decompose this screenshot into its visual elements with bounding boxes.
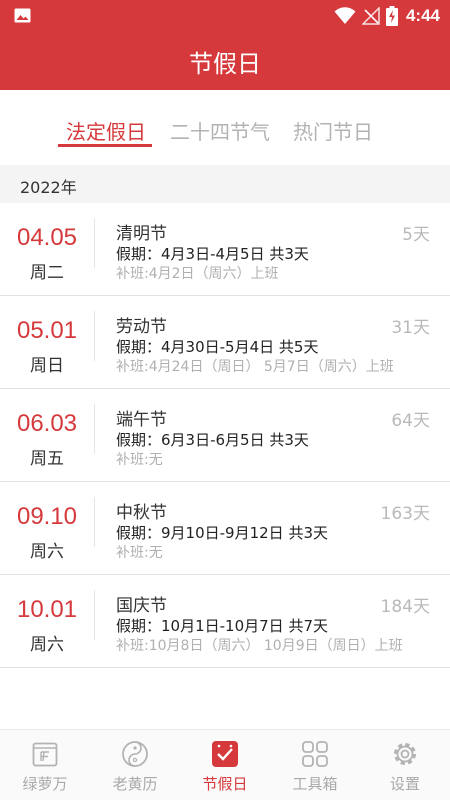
holiday-type-tabs: 法定假日 二十四节气 热门节日 [0, 90, 450, 165]
divider [94, 311, 95, 361]
app-bar: 节假日 [0, 32, 450, 90]
holiday-weekday: 周日 [30, 356, 64, 376]
holiday-row-mid-autumn[interactable]: 09.10 周六 中秋节 假期：9月10日-9月12日 共3天 补班:无 163… [0, 482, 450, 575]
nav-item-almanac[interactable]: 老黄历 [90, 730, 180, 800]
holiday-date: 05.01 [16, 317, 78, 344]
nav-label: 绿萝万 [22, 775, 68, 793]
calendar-book-icon [32, 742, 58, 767]
holiday-period: 假期：9月10日-9月12日 共3天 [116, 524, 328, 542]
nav-item-holidays[interactable]: 节假日 [180, 730, 270, 800]
days-remaining: 184天 [380, 597, 430, 617]
holiday-name: 劳动节 [116, 317, 167, 337]
nav-label: 节假日 [202, 775, 248, 793]
no-signal-icon [361, 7, 380, 25]
bottom-navigation: 绿萝万 老黄历 节假日 工具箱 设置 [0, 729, 450, 800]
tab-popular-festivals[interactable]: 热门节日 [293, 116, 373, 145]
holiday-row-qingming[interactable]: 04.05 周二 清明节 假期：4月3日-4月5日 共3天 补班:4月2日（周六… [0, 203, 450, 296]
holiday-makeup-workday: 补班:4月24日（周日） 5月7日（周六）上班 [116, 359, 394, 375]
divider [94, 218, 95, 268]
nav-label: 老黄历 [112, 775, 158, 793]
nav-item-toolbox[interactable]: 工具箱 [270, 730, 360, 800]
holiday-makeup-workday: 补班:无 [116, 452, 163, 468]
days-remaining: 31天 [391, 318, 430, 338]
holiday-row-national-day[interactable]: 10.01 周六 国庆节 假期：10月1日-10月7日 共7天 补班:10月8日… [0, 575, 450, 668]
nav-item-calendar[interactable]: 绿萝万 [0, 730, 90, 800]
year-header: 2022年 [0, 165, 450, 203]
status-bar: 4:44 [0, 0, 450, 32]
holiday-date: 09.10 [16, 503, 78, 530]
wifi-icon [334, 7, 356, 24]
page-title: 节假日 [189, 50, 261, 78]
holiday-period: 假期：4月3日-4月5日 共3天 [116, 245, 309, 263]
holiday-name: 中秋节 [116, 503, 167, 523]
holiday-period: 假期：10月1日-10月7日 共7天 [116, 617, 328, 635]
holiday-weekday: 周六 [30, 542, 64, 562]
holiday-row-dragon-boat[interactable]: 06.03 周五 端午节 假期：6月3日-6月5日 共3天 补班:无 64天 [0, 389, 450, 482]
nav-label: 工具箱 [292, 775, 338, 793]
divider [94, 404, 95, 454]
tab-legal-holidays[interactable]: 法定假日 [66, 116, 146, 145]
holiday-name: 清明节 [116, 224, 167, 244]
image-icon [14, 8, 31, 23]
year-label: 2022年 [20, 178, 77, 197]
holiday-weekday: 周二 [30, 263, 64, 283]
holiday-makeup-workday: 补班:10月8日（周六） 10月9日（周日）上班 [116, 638, 403, 654]
nav-label: 设置 [389, 775, 420, 793]
holiday-makeup-workday: 补班:无 [116, 545, 163, 561]
status-time: 4:44 [405, 6, 440, 25]
holiday-date: 04.05 [16, 224, 78, 251]
holiday-makeup-workday: 补班:4月2日（周六）上班 [116, 266, 279, 282]
tab-solar-terms[interactable]: 二十四节气 [170, 116, 270, 145]
active-tab-indicator [58, 144, 152, 147]
holiday-list: 04.05 周二 清明节 假期：4月3日-4月5日 共3天 补班:4月2日（周六… [0, 203, 450, 668]
days-remaining: 163天 [380, 504, 430, 524]
holiday-name: 端午节 [116, 410, 167, 430]
nav-item-settings[interactable]: 设置 [360, 730, 450, 800]
yin-yang-icon [122, 741, 148, 767]
holiday-row-labor-day[interactable]: 05.01 周日 劳动节 假期：4月30日-5月4日 共5天 补班:4月24日（… [0, 296, 450, 389]
days-remaining: 5天 [402, 225, 430, 245]
divider [94, 590, 95, 640]
holiday-period: 假期：4月30日-5月4日 共5天 [116, 338, 319, 356]
days-remaining: 64天 [391, 411, 430, 431]
holiday-date: 10.01 [16, 596, 78, 623]
status-icons: 4:44 [334, 5, 440, 27]
holiday-period: 假期：6月3日-6月5日 共3天 [116, 431, 309, 449]
holiday-weekday: 周五 [30, 449, 64, 469]
grid-icon [302, 741, 328, 767]
gear-icon [394, 743, 416, 765]
holiday-check-icon [212, 741, 238, 767]
holiday-weekday: 周六 [30, 635, 64, 655]
holiday-name: 国庆节 [116, 596, 167, 616]
holiday-date: 06.03 [16, 410, 78, 437]
divider [94, 497, 95, 547]
battery-charging-icon [385, 6, 398, 26]
